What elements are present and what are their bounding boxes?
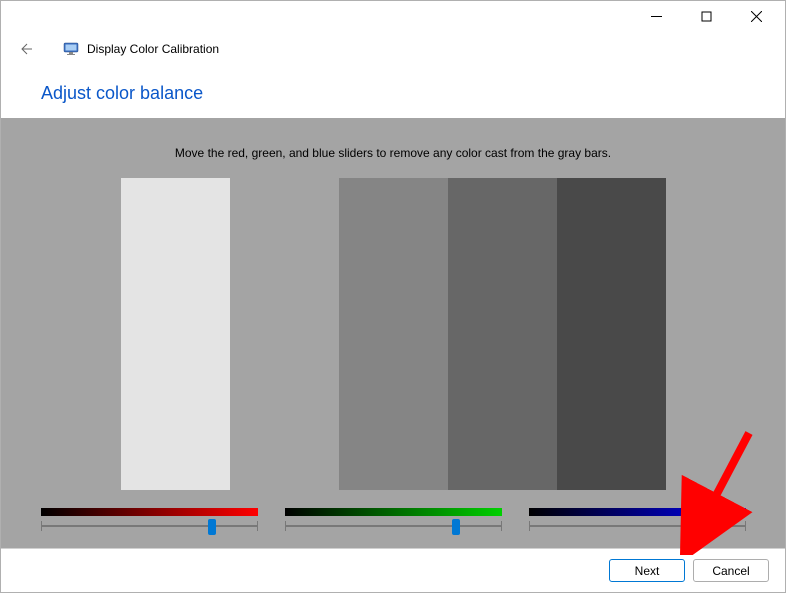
blue-gradient — [529, 508, 746, 516]
next-button[interactable]: Next — [609, 559, 685, 582]
green-gradient — [285, 508, 502, 516]
gray-bar — [557, 178, 666, 490]
footer: Next Cancel — [1, 548, 785, 592]
gray-bar — [121, 178, 230, 490]
red-slider[interactable] — [41, 508, 258, 536]
close-icon — [751, 11, 762, 22]
green-slider[interactable] — [285, 508, 502, 536]
red-slider-thumb[interactable] — [208, 519, 216, 535]
back-arrow-icon — [17, 41, 33, 57]
instruction-text: Move the red, green, and blue sliders to… — [1, 146, 785, 160]
green-slider-thumb[interactable] — [452, 519, 460, 535]
window-title: Display Color Calibration — [87, 42, 219, 56]
gray-bar — [339, 178, 448, 490]
gray-bar — [448, 178, 557, 490]
red-gradient — [41, 508, 258, 516]
close-button[interactable] — [733, 1, 779, 31]
page-heading: Adjust color balance — [1, 67, 785, 118]
cancel-button[interactable]: Cancel — [693, 559, 769, 582]
app-icon — [63, 41, 79, 57]
blue-slider[interactable] — [529, 508, 746, 536]
blue-slider-thumb[interactable] — [696, 519, 704, 535]
back-button[interactable] — [13, 37, 37, 61]
maximize-button[interactable] — [683, 1, 729, 31]
gray-bar — [230, 178, 339, 490]
gray-bars — [121, 178, 666, 490]
calibration-area: Move the red, green, and blue sliders to… — [1, 118, 785, 550]
maximize-icon — [701, 11, 712, 22]
minimize-button[interactable] — [633, 1, 679, 31]
minimize-icon — [651, 11, 662, 22]
monitor-icon — [63, 41, 79, 57]
